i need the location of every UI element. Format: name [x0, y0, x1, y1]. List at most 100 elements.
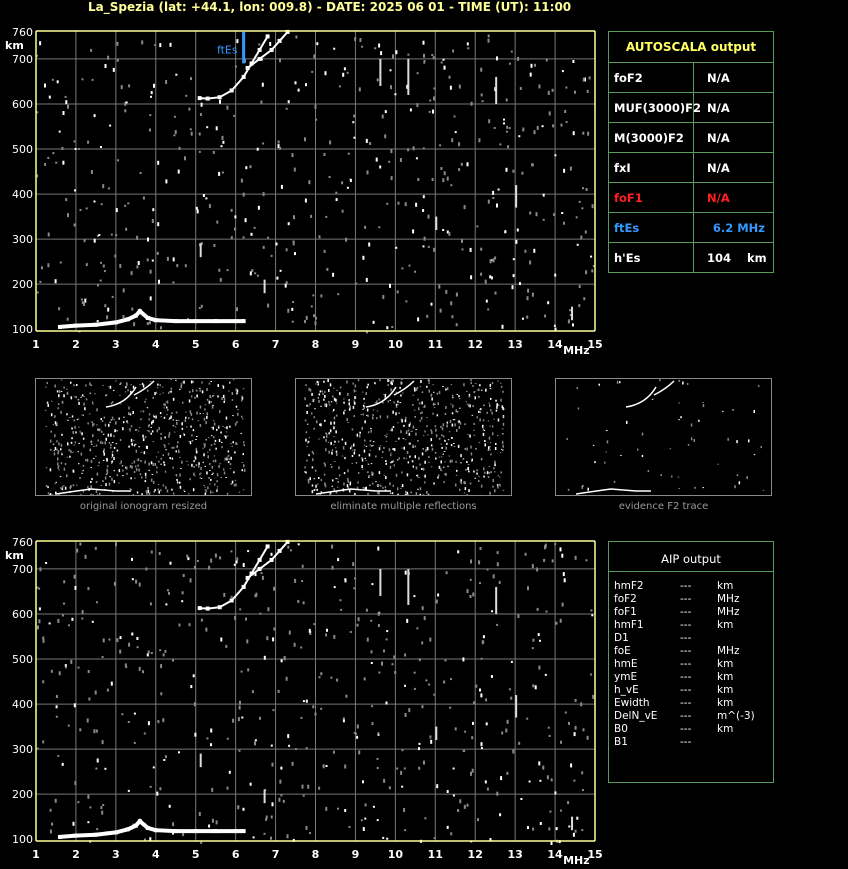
thumbnail-speck [489, 425, 491, 427]
thumbnail-speck [155, 415, 157, 419]
noise-echo [124, 109, 127, 113]
thumbnail-speck [148, 469, 150, 471]
noise-echo [146, 653, 149, 657]
noise-echo [587, 131, 590, 136]
noise-echo [542, 218, 545, 221]
thumbnail-speck [460, 454, 462, 458]
thumbnail-speck [384, 435, 386, 437]
thumbnail-speck [366, 408, 369, 412]
thumbnail-speck [478, 408, 481, 410]
thumbnail-speck [145, 445, 148, 449]
thumbnail-speck [577, 407, 580, 410]
noise-echo [257, 205, 260, 210]
noise-echo [559, 618, 562, 623]
noise-echo [136, 646, 139, 649]
thumbnail-speck [74, 396, 76, 398]
noise-echo [490, 675, 493, 678]
thumbnail-speck [57, 462, 59, 466]
noise-echo [302, 601, 305, 605]
noise-echo [408, 264, 411, 267]
thumbnail-speck [214, 439, 217, 442]
thumbnail-speck [166, 489, 169, 493]
noise-echo [146, 258, 149, 262]
thumbnail-speck [86, 458, 89, 462]
noise-echo [392, 54, 394, 59]
thumbnail-speck [479, 384, 481, 387]
noise-echo [220, 145, 223, 148]
thumbnail-speck [385, 436, 388, 438]
thumbnail-speck [183, 489, 185, 491]
thumbnail-speck [205, 439, 207, 441]
ionogram-chart: 100200300400500600700760km1 2 3 4 5 6 7 8 9 10 11 1… [5, 536, 603, 867]
thumbnail-speck [353, 451, 356, 455]
noise-echo [108, 638, 111, 641]
noise-echo [413, 595, 416, 598]
noise-echo [65, 666, 67, 669]
thumbnail-speck [376, 484, 379, 487]
noise-echo [422, 245, 425, 248]
thumbnail-speck [693, 439, 695, 442]
thumbnail-speck [441, 427, 444, 431]
thumbnail-speck [47, 403, 49, 407]
thumbnail-speck [307, 441, 309, 444]
thumbnail-speck [176, 421, 178, 425]
thumbnail-speck [57, 403, 60, 406]
noise-echo [508, 688, 511, 691]
thumbnail-speck [179, 481, 181, 484]
thumbnail-speck [436, 392, 439, 395]
thumbnail-speck [309, 388, 312, 392]
noise-echo [66, 317, 69, 321]
thumbnail-speck [484, 443, 486, 447]
noise-echo [302, 700, 305, 703]
thumbnail-speck [168, 432, 171, 436]
noise-echo [352, 562, 355, 567]
thumbnail-speck [53, 452, 56, 456]
thumbnail-speck [49, 493, 52, 496]
noise-echo [104, 64, 107, 68]
thumbnail-speck [361, 391, 364, 393]
thumbnail-speck [382, 486, 384, 489]
noise-echo [451, 315, 454, 319]
thumbnail-speck [66, 413, 68, 416]
noise-echo [529, 72, 532, 77]
noise-echo [85, 207, 88, 210]
noise-echo [386, 202, 389, 205]
noise-echo [370, 662, 373, 664]
thumbnail-speck [203, 417, 206, 421]
thumbnail-speck [138, 446, 140, 448]
noise-echo [230, 595, 233, 598]
thumbnail-speck [225, 435, 227, 439]
thumbnail-speck [428, 456, 430, 458]
thumbnail-speck [98, 461, 100, 464]
noise-echo [305, 699, 308, 703]
thumbnail-speck [74, 425, 76, 429]
thumbnail-speck [347, 479, 349, 483]
thumbnail-speck [493, 467, 495, 470]
noise-echo [472, 721, 474, 725]
noise-echo [200, 618, 203, 622]
x-axis-label: MHz [563, 344, 590, 357]
thumbnail-speck [390, 454, 392, 457]
noise-echo [364, 803, 367, 807]
noise-echo [96, 601, 98, 604]
thumbnail-speck [64, 463, 67, 465]
noise-echo [147, 721, 150, 726]
noise-echo [54, 798, 57, 803]
thumbnail-speck [114, 430, 116, 432]
thumbnail-speck [219, 463, 221, 465]
noise-echo [443, 65, 446, 70]
thumbnail-speck [129, 413, 132, 416]
noise-echo [215, 820, 218, 825]
thumbnail-speck [102, 433, 105, 435]
thumbnail-speck [192, 380, 194, 383]
thumbnail-speck [338, 474, 341, 477]
noise-echo [73, 223, 76, 227]
thumbnail-speck [110, 446, 112, 449]
thumbnail-speck [137, 458, 140, 462]
noise-echo [166, 589, 169, 592]
noise-echo [417, 178, 420, 181]
noise-echo [360, 819, 363, 822]
thumbnail-speck [243, 470, 246, 472]
thumbnail-speck [211, 405, 214, 409]
thumbnail-speck [80, 493, 82, 495]
